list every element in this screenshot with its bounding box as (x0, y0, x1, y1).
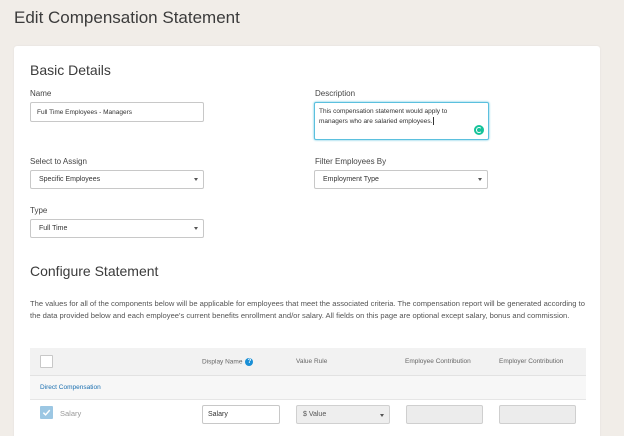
salary-checkbox[interactable] (40, 406, 53, 419)
group-row-direct-compensation: Direct Compensation (30, 376, 586, 400)
group-label[interactable]: Direct Compensation (40, 384, 101, 391)
value-rule-value: $ Value (303, 411, 327, 418)
table-row: Salary Salary $ Value (30, 400, 586, 430)
display-name-value: Salary (208, 411, 228, 418)
description-line-2: managers who are salaried employees. (319, 118, 433, 125)
header-value-rule: Value Rule (296, 358, 328, 365)
configure-statement-heading: Configure Statement (30, 263, 159, 279)
value-rule-select[interactable]: $ Value (296, 405, 390, 424)
display-name-input[interactable]: Salary (202, 405, 280, 424)
row-label: Salary (60, 409, 82, 418)
assign-label: Select to Assign (30, 157, 87, 166)
select-all-checkbox[interactable] (40, 355, 53, 368)
basic-details-heading: Basic Details (30, 62, 111, 78)
employee-contribution-input[interactable] (406, 405, 483, 424)
header-employer-contribution: Employer Contribution (499, 358, 564, 365)
description-label: Description (315, 89, 356, 98)
filter-select-value: Employment Type (323, 176, 379, 183)
header-display-name-label: Display Name (202, 358, 243, 366)
grammarly-icon[interactable] (474, 125, 484, 135)
page-title: Edit Compensation Statement (14, 8, 240, 27)
assign-select[interactable]: Specific Employees (30, 170, 204, 189)
name-label: Name (30, 89, 52, 98)
header-display-name: Display Name? (202, 358, 254, 366)
assign-select-value: Specific Employees (39, 176, 101, 183)
description-line-2-wrap: managers who are salaried employees. (319, 117, 484, 127)
chevron-down-icon (478, 178, 482, 181)
name-input[interactable]: Full Time Employees - Managers (30, 102, 204, 122)
chevron-down-icon (194, 227, 198, 230)
type-select[interactable]: Full Time (30, 219, 204, 238)
text-cursor (433, 117, 435, 126)
description-line-1: This compensation statement would apply … (319, 108, 448, 115)
filter-select[interactable]: Employment Type (314, 170, 488, 189)
chevron-down-icon (194, 178, 198, 181)
description-textarea[interactable]: This compensation statement would apply … (314, 102, 489, 140)
employer-contribution-input[interactable] (499, 405, 576, 424)
name-input-value: Full Time Employees - Managers (37, 108, 133, 116)
header-employee-contribution: Employee Contribution (405, 358, 471, 365)
table-header: Display Name? Value Rule Employee Contri… (30, 348, 586, 376)
type-select-value: Full Time (39, 225, 68, 232)
filter-label: Filter Employees By (315, 157, 387, 166)
type-label: Type (30, 206, 48, 215)
help-icon[interactable]: ? (245, 358, 254, 366)
chevron-down-icon (380, 414, 384, 417)
checkmark-icon (42, 409, 51, 416)
configure-description: The values for all of the components bel… (30, 299, 585, 320)
